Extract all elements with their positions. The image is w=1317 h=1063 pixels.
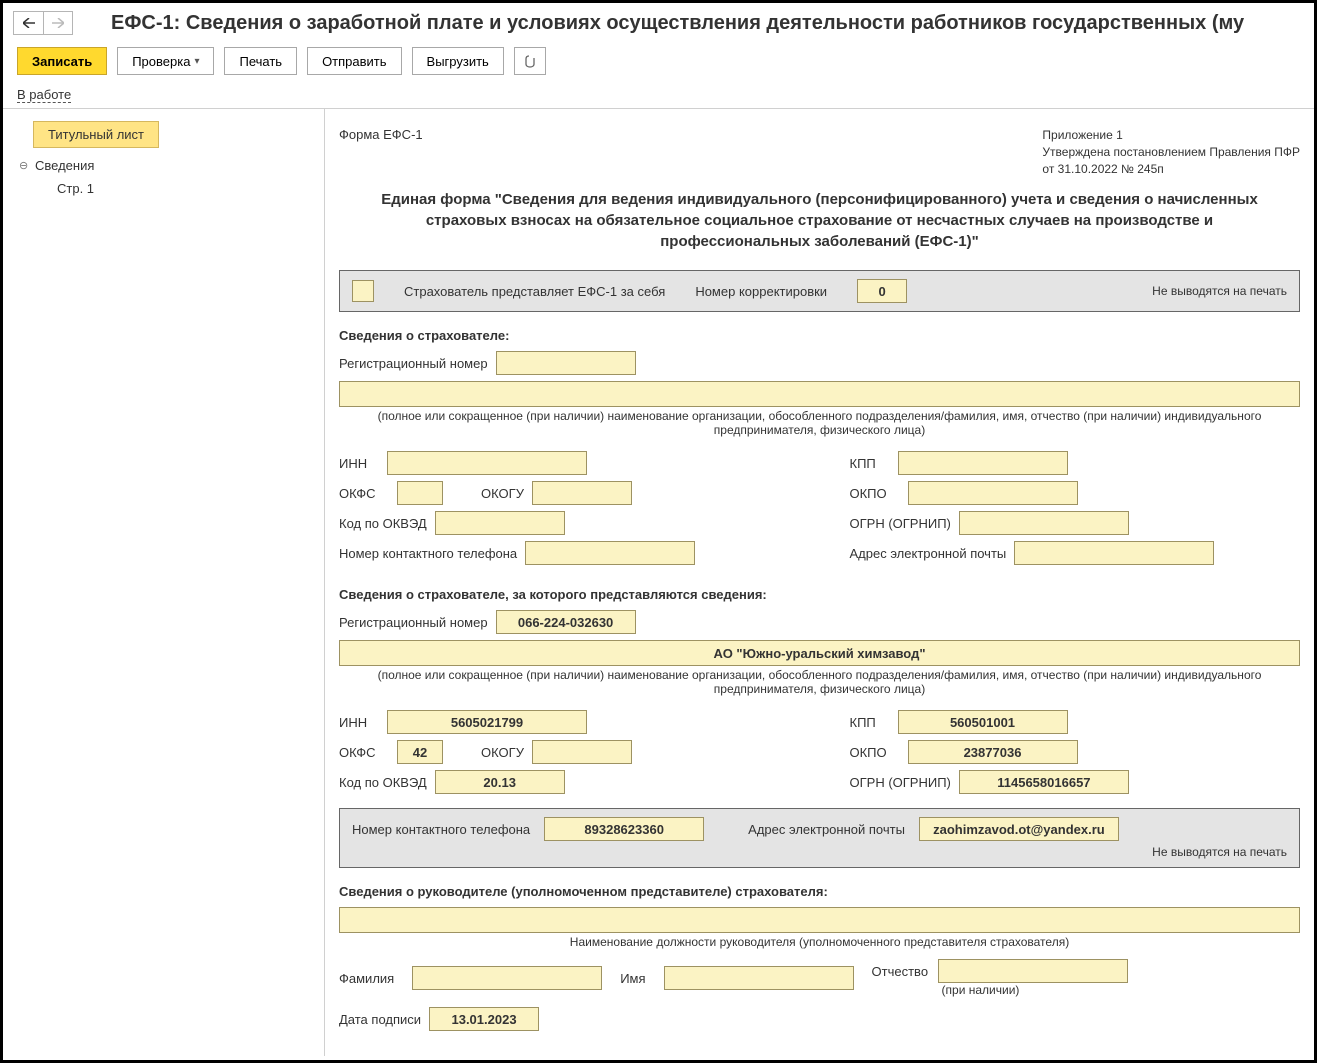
org2-name-input[interactable]: АО "Южно-уральский химзавод" xyxy=(339,640,1300,666)
phone-input[interactable] xyxy=(525,541,695,565)
okpo-label: ОКПО xyxy=(850,486,900,501)
patr-hint: (при наличии) xyxy=(942,983,1129,997)
email2-label: Адрес электронной почты xyxy=(748,822,905,837)
save-button[interactable]: Записать xyxy=(17,47,107,75)
form-title: Единая форма "Сведения для ведения индив… xyxy=(379,189,1260,252)
self-text: Страхователь представляет ЕФС-1 за себя xyxy=(404,284,665,299)
date-input[interactable]: 13.01.2023 xyxy=(429,1007,539,1031)
sidebar: Титульный лист ⊖ Сведения Стр. 1 xyxy=(3,109,325,1056)
okogu2-input[interactable] xyxy=(532,740,632,764)
ogrn2-label: ОГРН (ОГРНИП) xyxy=(850,775,951,790)
phone-label: Номер контактного телефона xyxy=(339,546,517,561)
tree-info[interactable]: ⊖ Сведения xyxy=(11,154,316,177)
okved-input[interactable] xyxy=(435,511,565,535)
form-approval: Приложение 1 Утверждена постановлением П… xyxy=(1042,127,1300,177)
back-button[interactable] xyxy=(13,11,43,35)
okfs2-label: ОКФС xyxy=(339,745,389,760)
okfs-input[interactable] xyxy=(397,481,443,505)
arrow-left-icon xyxy=(23,18,35,28)
tab-title-page[interactable]: Титульный лист xyxy=(33,121,159,148)
dated-label: от 31.10.2022 № 245п xyxy=(1042,161,1300,178)
name-input[interactable] xyxy=(664,966,854,990)
attach-button[interactable] xyxy=(514,47,546,75)
okved-label: Код по ОКВЭД xyxy=(339,516,427,531)
ogrn2-input[interactable]: 1145658016657 xyxy=(959,770,1129,794)
okogu-label: ОКОГУ xyxy=(481,486,524,501)
ogrn-input[interactable] xyxy=(959,511,1129,535)
inn2-input[interactable]: 5605021799 xyxy=(387,710,587,734)
kpp-input[interactable] xyxy=(898,451,1068,475)
forward-button[interactable] xyxy=(43,11,73,35)
kpp2-label: КПП xyxy=(850,715,890,730)
position-input[interactable] xyxy=(339,907,1300,933)
appendix-label: Приложение 1 xyxy=(1042,127,1300,144)
collapse-icon: ⊖ xyxy=(19,159,29,172)
inn2-label: ИНН xyxy=(339,715,379,730)
name-label: Имя xyxy=(620,971,645,986)
tree-page1[interactable]: Стр. 1 xyxy=(11,177,316,200)
corr-number-input[interactable]: 0 xyxy=(857,279,907,303)
okfs-label: ОКФС xyxy=(339,486,389,501)
patr-input[interactable] xyxy=(938,959,1128,983)
corr-label: Номер корректировки xyxy=(695,284,827,299)
email-input[interactable] xyxy=(1014,541,1214,565)
approved-label: Утверждена постановлением Правления ПФР xyxy=(1042,144,1300,161)
phone2-input[interactable]: 89328623360 xyxy=(544,817,704,841)
fam-input[interactable] xyxy=(412,966,602,990)
noprint2-label: Не выводятся на печать xyxy=(352,845,1287,859)
okogu-input[interactable] xyxy=(532,481,632,505)
okpo2-input[interactable]: 23877036 xyxy=(908,740,1078,764)
status-link[interactable]: В работе xyxy=(17,87,71,103)
check-button[interactable]: Проверка xyxy=(117,47,214,75)
contact-panel: Номер контактного телефона 89328623360 А… xyxy=(339,808,1300,868)
send-button[interactable]: Отправить xyxy=(307,47,401,75)
email2-input[interactable]: zaohimzavod.ot@yandex.ru xyxy=(919,817,1119,841)
sec1-heading: Сведения о страхователе: xyxy=(339,328,1300,343)
self-panel: Страхователь представляет ЕФС-1 за себя … xyxy=(339,270,1300,312)
org-name-input[interactable] xyxy=(339,381,1300,407)
reg-input[interactable] xyxy=(496,351,636,375)
self-checkbox[interactable] xyxy=(352,280,374,302)
fam-label: Фамилия xyxy=(339,971,394,986)
ogrn-label: ОГРН (ОГРНИП) xyxy=(850,516,951,531)
tree-info-label: Сведения xyxy=(35,158,94,173)
kpp-label: КПП xyxy=(850,456,890,471)
phone2-label: Номер контактного телефона xyxy=(352,822,530,837)
tree-page1-label: Стр. 1 xyxy=(57,181,94,196)
content-area: Форма ЕФС-1 Приложение 1 Утверждена пост… xyxy=(325,109,1314,1056)
org-name-hint: (полное или сокращенное (при наличии) на… xyxy=(339,409,1300,437)
okved2-input[interactable]: 20.13 xyxy=(435,770,565,794)
reg-label: Регистрационный номер xyxy=(339,356,488,371)
paperclip-icon xyxy=(523,54,537,68)
date-label: Дата подписи xyxy=(339,1012,421,1027)
noprint-label: Не выводятся на печать xyxy=(1152,284,1287,298)
sec3-heading: Сведения о руководителе (уполномоченном … xyxy=(339,884,1300,899)
position-hint: Наименование должности руководителя (упо… xyxy=(339,935,1300,949)
reg2-label: Регистрационный номер xyxy=(339,615,488,630)
arrow-right-icon xyxy=(52,18,64,28)
reg2-input[interactable]: 066-224-032630 xyxy=(496,610,636,634)
sec2-heading: Сведения о страхователе, за которого пре… xyxy=(339,587,1300,602)
patr-label: Отчество xyxy=(872,964,929,979)
org2-name-hint: (полное или сокращенное (при наличии) на… xyxy=(339,668,1300,696)
kpp2-input[interactable]: 560501001 xyxy=(898,710,1068,734)
page-title: ЕФС-1: Сведения о заработной плате и усл… xyxy=(111,12,1244,35)
inn-label: ИНН xyxy=(339,456,379,471)
okogu2-label: ОКОГУ xyxy=(481,745,524,760)
print-button[interactable]: Печать xyxy=(224,47,297,75)
okpo2-label: ОКПО xyxy=(850,745,900,760)
form-code: Форма ЕФС-1 xyxy=(339,127,423,177)
export-button[interactable]: Выгрузить xyxy=(412,47,504,75)
email-label: Адрес электронной почты xyxy=(850,546,1007,561)
inn-input[interactable] xyxy=(387,451,587,475)
okved2-label: Код по ОКВЭД xyxy=(339,775,427,790)
okfs2-input[interactable]: 42 xyxy=(397,740,443,764)
okpo-input[interactable] xyxy=(908,481,1078,505)
